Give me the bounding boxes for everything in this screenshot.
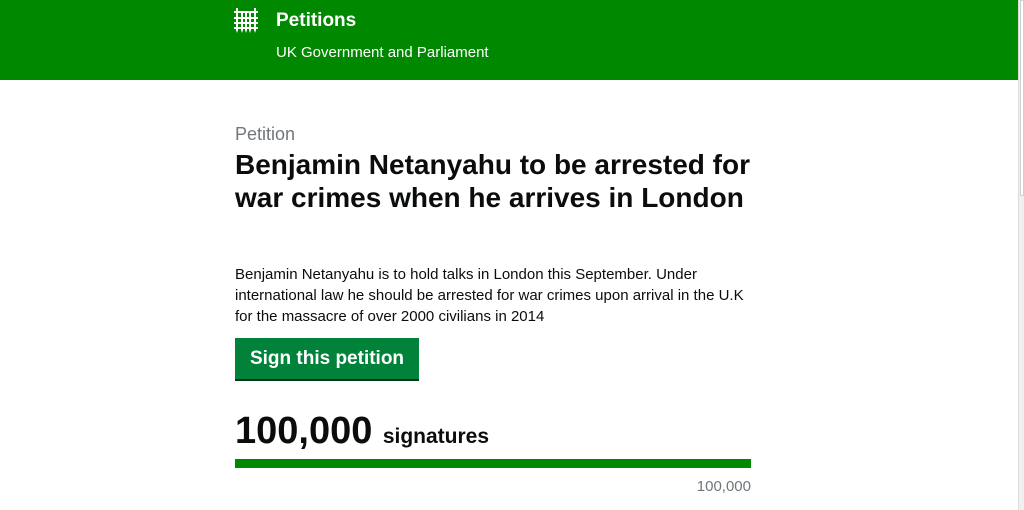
site-subtitle: UK Government and Parliament xyxy=(276,44,489,61)
petition-description: Benjamin Netanyahu is to hold talks in L… xyxy=(235,266,744,325)
signature-count-number: 100,000 xyxy=(235,410,373,452)
sign-petition-button[interactable]: Sign this petition xyxy=(235,338,419,379)
signature-progress-fill xyxy=(235,459,751,468)
signature-progress-bar xyxy=(235,459,751,468)
signature-count: 100,000 signatures xyxy=(235,408,489,454)
scrollbar-thumb[interactable] xyxy=(1020,0,1024,196)
petition-title: Benjamin Netanyahu to be arrested for wa… xyxy=(235,149,751,213)
signature-threshold: 100,000 xyxy=(696,478,751,495)
site-title[interactable]: Petitions xyxy=(276,10,356,32)
portcullis-icon[interactable] xyxy=(234,8,258,34)
site-header: Petitions UK Government and Parliament xyxy=(0,0,1019,80)
signature-count-label: signatures xyxy=(382,425,490,448)
vertical-scrollbar[interactable] xyxy=(1018,0,1024,510)
petition-eyebrow: Petition xyxy=(235,124,296,144)
